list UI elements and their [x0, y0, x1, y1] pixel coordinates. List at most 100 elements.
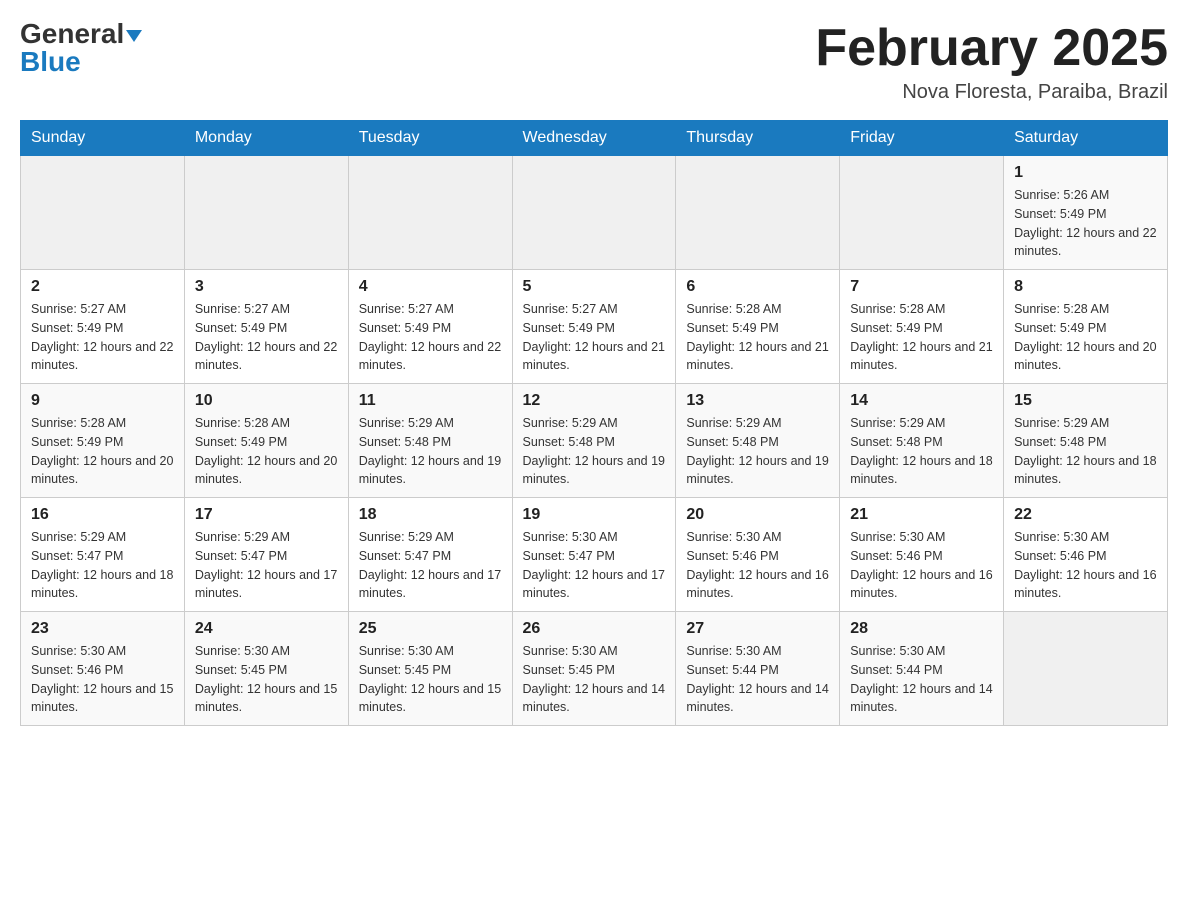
day-info: Sunrise: 5:28 AMSunset: 5:49 PMDaylight:…	[686, 300, 829, 375]
day-number: 26	[523, 620, 666, 638]
day-info: Sunrise: 5:30 AMSunset: 5:45 PMDaylight:…	[523, 642, 666, 717]
calendar-cell: 26 Sunrise: 5:30 AMSunset: 5:45 PMDayligh…	[512, 612, 676, 726]
calendar-cell: 11Sunrise: 5:29 AMSunset: 5:48 PMDayligh…	[348, 384, 512, 498]
day-info: Sunrise: 5:29 AMSunset: 5:47 PMDaylight:…	[359, 528, 502, 603]
calendar-cell: 5 Sunrise: 5:27 AMSunset: 5:49 PMDaylight…	[512, 270, 676, 384]
day-number: 2	[31, 278, 174, 296]
calendar-cell: 23 Sunrise: 5:30 AMSunset: 5:46 PMDayligh…	[21, 612, 185, 726]
calendar-cell	[840, 156, 1004, 270]
calendar-cell	[1004, 612, 1168, 726]
day-number: 15	[1014, 392, 1157, 410]
day-info: Sunrise: 5:29 AMSunset: 5:48 PMDaylight:…	[1014, 414, 1157, 489]
day-number: 27	[686, 620, 829, 638]
day-number: 11	[359, 392, 502, 410]
day-info: Sunrise: 5:28 AMSunset: 5:49 PMDaylight:…	[31, 414, 174, 489]
calendar-cell	[184, 156, 348, 270]
day-info: Sunrise: 5:29 AMSunset: 5:47 PMDaylight:…	[195, 528, 338, 603]
calendar-cell: 13 Sunrise: 5:29 AMSunset: 5:48 PMDayligh…	[676, 384, 840, 498]
day-info: Sunrise: 5:30 AMSunset: 5:45 PMDaylight:…	[359, 642, 502, 717]
day-info: Sunrise: 5:27 AMSunset: 5:49 PMDaylight:…	[31, 300, 174, 375]
month-title: February 2025	[815, 20, 1168, 77]
day-number: 6	[686, 278, 829, 296]
location-text: Nova Floresta, Paraiba, Brazil	[815, 81, 1168, 104]
day-info: Sunrise: 5:30 AMSunset: 5:44 PMDaylight:…	[686, 642, 829, 717]
day-number: 23	[31, 620, 174, 638]
calendar-cell: 17 Sunrise: 5:29 AMSunset: 5:47 PMDayligh…	[184, 498, 348, 612]
day-number: 24	[195, 620, 338, 638]
day-info: Sunrise: 5:27 AMSunset: 5:49 PMDaylight:…	[523, 300, 666, 375]
day-number: 21	[850, 506, 993, 524]
week-row-2: 2 Sunrise: 5:27 AMSunset: 5:49 PMDaylight…	[21, 270, 1168, 384]
day-number: 16	[31, 506, 174, 524]
calendar-table: SundayMondayTuesdayWednesdayThursdayFrid…	[20, 120, 1168, 726]
calendar-cell: 4Sunrise: 5:27 AMSunset: 5:49 PMDaylight…	[348, 270, 512, 384]
calendar-cell: 22Sunrise: 5:30 AMSunset: 5:46 PMDayligh…	[1004, 498, 1168, 612]
calendar-cell: 18 Sunrise: 5:29 AMSunset: 5:47 PMDayligh…	[348, 498, 512, 612]
logo-triangle-icon	[126, 30, 142, 42]
calendar-cell: 6 Sunrise: 5:28 AMSunset: 5:49 PMDaylight…	[676, 270, 840, 384]
calendar-cell: 3Sunrise: 5:27 AMSunset: 5:49 PMDaylight…	[184, 270, 348, 384]
calendar-cell: 12Sunrise: 5:29 AMSunset: 5:48 PMDayligh…	[512, 384, 676, 498]
day-number: 17	[195, 506, 338, 524]
calendar-cell: 20 Sunrise: 5:30 AMSunset: 5:46 PMDayligh…	[676, 498, 840, 612]
calendar-cell: 24 Sunrise: 5:30 AMSunset: 5:45 PMDayligh…	[184, 612, 348, 726]
week-row-4: 16 Sunrise: 5:29 AMSunset: 5:47 PMDayligh…	[21, 498, 1168, 612]
day-number: 8	[1014, 278, 1157, 296]
day-info: Sunrise: 5:30 AMSunset: 5:44 PMDaylight:…	[850, 642, 993, 717]
calendar-header-row: SundayMondayTuesdayWednesdayThursdayFrid…	[21, 121, 1168, 156]
day-header-monday: Monday	[184, 121, 348, 156]
title-block: February 2025 Nova Floresta, Paraiba, Br…	[815, 20, 1168, 104]
week-row-1: 1 Sunrise: 5:26 AMSunset: 5:49 PMDaylight…	[21, 156, 1168, 270]
day-number: 25	[359, 620, 502, 638]
day-info: Sunrise: 5:26 AMSunset: 5:49 PMDaylight:…	[1014, 186, 1157, 261]
day-number: 18	[359, 506, 502, 524]
day-header-thursday: Thursday	[676, 121, 840, 156]
day-info: Sunrise: 5:27 AMSunset: 5:49 PMDaylight:…	[359, 300, 502, 375]
day-number: 10	[195, 392, 338, 410]
day-info: Sunrise: 5:29 AMSunset: 5:48 PMDaylight:…	[686, 414, 829, 489]
day-number: 14	[850, 392, 993, 410]
day-header-friday: Friday	[840, 121, 1004, 156]
logo-text: General	[20, 20, 142, 48]
calendar-cell: 14 Sunrise: 5:29 AMSunset: 5:48 PMDayligh…	[840, 384, 1004, 498]
day-number: 7	[850, 278, 993, 296]
day-number: 13	[686, 392, 829, 410]
week-row-5: 23 Sunrise: 5:30 AMSunset: 5:46 PMDayligh…	[21, 612, 1168, 726]
day-info: Sunrise: 5:29 AMSunset: 5:47 PMDaylight:…	[31, 528, 174, 603]
logo: General Blue	[20, 20, 142, 76]
day-number: 28	[850, 620, 993, 638]
calendar-cell: 9Sunrise: 5:28 AMSunset: 5:49 PMDaylight…	[21, 384, 185, 498]
day-info: Sunrise: 5:27 AMSunset: 5:49 PMDaylight:…	[195, 300, 338, 375]
day-info: Sunrise: 5:30 AMSunset: 5:46 PMDaylight:…	[686, 528, 829, 603]
day-info: Sunrise: 5:30 AMSunset: 5:47 PMDaylight:…	[523, 528, 666, 603]
day-header-wednesday: Wednesday	[512, 121, 676, 156]
day-info: Sunrise: 5:29 AMSunset: 5:48 PMDaylight:…	[850, 414, 993, 489]
calendar-cell: 25 Sunrise: 5:30 AMSunset: 5:45 PMDayligh…	[348, 612, 512, 726]
day-info: Sunrise: 5:28 AMSunset: 5:49 PMDaylight:…	[195, 414, 338, 489]
calendar-cell: 15 Sunrise: 5:29 AMSunset: 5:48 PMDayligh…	[1004, 384, 1168, 498]
calendar-cell: 28 Sunrise: 5:30 AMSunset: 5:44 PMDayligh…	[840, 612, 1004, 726]
day-header-sunday: Sunday	[21, 121, 185, 156]
calendar-cell: 21 Sunrise: 5:30 AMSunset: 5:46 PMDayligh…	[840, 498, 1004, 612]
day-info: Sunrise: 5:30 AMSunset: 5:45 PMDaylight:…	[195, 642, 338, 717]
day-number: 5	[523, 278, 666, 296]
page-header: General Blue February 2025 Nova Floresta…	[20, 20, 1168, 104]
calendar-cell: 8Sunrise: 5:28 AMSunset: 5:49 PMDaylight…	[1004, 270, 1168, 384]
day-info: Sunrise: 5:28 AMSunset: 5:49 PMDaylight:…	[850, 300, 993, 375]
week-row-3: 9Sunrise: 5:28 AMSunset: 5:49 PMDaylight…	[21, 384, 1168, 498]
day-info: Sunrise: 5:30 AMSunset: 5:46 PMDaylight:…	[850, 528, 993, 603]
calendar-cell	[512, 156, 676, 270]
day-info: Sunrise: 5:30 AMSunset: 5:46 PMDaylight:…	[31, 642, 174, 717]
calendar-cell: 27 Sunrise: 5:30 AMSunset: 5:44 PMDayligh…	[676, 612, 840, 726]
day-header-tuesday: Tuesday	[348, 121, 512, 156]
day-header-saturday: Saturday	[1004, 121, 1168, 156]
day-number: 1	[1014, 164, 1157, 182]
calendar-cell	[348, 156, 512, 270]
calendar-cell	[21, 156, 185, 270]
calendar-cell	[676, 156, 840, 270]
calendar-cell: 7 Sunrise: 5:28 AMSunset: 5:49 PMDaylight…	[840, 270, 1004, 384]
day-number: 20	[686, 506, 829, 524]
calendar-cell: 16 Sunrise: 5:29 AMSunset: 5:47 PMDayligh…	[21, 498, 185, 612]
calendar-cell: 19Sunrise: 5:30 AMSunset: 5:47 PMDayligh…	[512, 498, 676, 612]
calendar-cell: 10 Sunrise: 5:28 AMSunset: 5:49 PMDayligh…	[184, 384, 348, 498]
